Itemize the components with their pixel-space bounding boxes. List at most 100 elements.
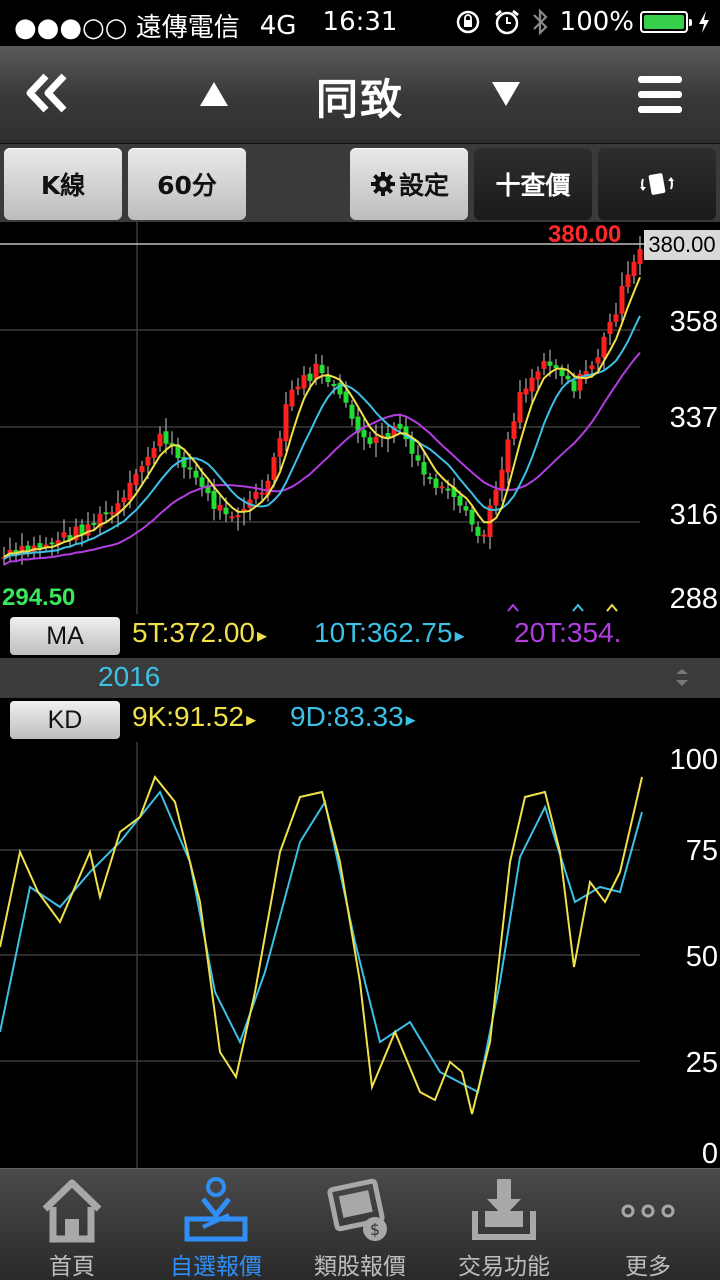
quote-button[interactable]: 十查價	[474, 148, 592, 220]
ma20-line	[3, 351, 641, 566]
rotate-screen-button[interactable]	[598, 148, 716, 220]
candle-body	[349, 404, 355, 419]
tab-sector-quotes[interactable]: $ 類股報價	[288, 1169, 432, 1280]
gear-icon	[370, 172, 395, 196]
candle-body	[133, 473, 139, 485]
candlestick-chart[interactable]	[0, 222, 720, 614]
candle-body	[511, 421, 517, 439]
menu-icon[interactable]	[636, 72, 684, 118]
bluetooth-icon	[532, 8, 548, 36]
kline-button[interactable]: K線	[4, 148, 122, 220]
ma20-legend: 20T:354.	[514, 617, 622, 648]
candle-body	[187, 467, 193, 470]
tab-watchlist-label: 自選報價	[170, 1254, 262, 1280]
candle-body	[613, 314, 619, 322]
candle-body	[223, 507, 229, 515]
tab-home-label: 首頁	[49, 1254, 95, 1280]
candle-body	[91, 522, 97, 525]
candle-body	[235, 515, 241, 518]
candle-body	[415, 455, 421, 461]
candle-body	[295, 386, 301, 390]
candle-body	[463, 506, 469, 511]
high-price-label: 380.00	[548, 222, 622, 248]
kd-button[interactable]: KD	[10, 701, 120, 739]
kd-indicator-chart[interactable]	[0, 742, 720, 1168]
candle-body	[271, 457, 277, 480]
candle-body	[139, 466, 145, 473]
candle-body	[547, 361, 553, 366]
tab-more[interactable]: 更多	[576, 1169, 720, 1280]
k-line	[0, 775, 643, 1115]
kd-chart[interactable]: 100 75 50 25 0	[0, 742, 720, 1168]
film-money-icon: $	[327, 1178, 387, 1241]
candle-body	[457, 495, 463, 506]
current-price-box: 380.00	[644, 230, 720, 260]
legend-caret-icon: ▸	[405, 709, 416, 731]
candle-body	[637, 249, 643, 265]
settings-button[interactable]: 設定	[350, 148, 468, 220]
navigation-bar: 同致	[0, 46, 720, 144]
battery-percent: 100%	[559, 7, 634, 37]
candle-body	[343, 391, 349, 403]
kd-axis-label: 0	[701, 1138, 718, 1168]
tab-more-label: 更多	[625, 1254, 671, 1280]
candle-body	[217, 504, 223, 511]
candle-body	[229, 516, 235, 519]
candle-body	[559, 369, 565, 377]
download-tray-icon	[472, 1179, 536, 1240]
candle-body	[601, 336, 607, 358]
d-value-legend: 9D:83.33 ▸	[290, 701, 416, 732]
rotation-lock-icon	[456, 10, 479, 34]
candle-body	[439, 486, 445, 489]
rotate-device-icon	[640, 173, 674, 195]
candle-body	[445, 488, 451, 491]
candle-body	[523, 388, 529, 395]
candle-body	[565, 375, 571, 380]
double-chevron-left-icon[interactable]	[22, 68, 72, 118]
candle-body	[109, 512, 115, 515]
candle-body	[85, 524, 91, 536]
price-axis-label: 288	[669, 583, 718, 614]
legend-caret-icon: ▸	[454, 625, 465, 647]
svg-text:$: $	[370, 1220, 380, 1239]
previous-stock-up-arrow-icon[interactable]	[198, 76, 230, 112]
stock-title: 同致	[315, 75, 404, 124]
tab-home[interactable]: 首頁	[0, 1169, 144, 1280]
ma5-legend: 5T:372.00 ▸	[132, 617, 268, 648]
settings-label: 設定	[398, 171, 449, 200]
candle-body	[493, 489, 499, 506]
candle-body	[277, 438, 283, 457]
candle-body	[301, 375, 307, 389]
next-stock-down-arrow-icon[interactable]	[490, 76, 522, 112]
ma-button[interactable]: MA	[10, 617, 120, 655]
candle-body	[193, 470, 199, 478]
more-icon	[621, 1204, 675, 1218]
candle-body	[259, 492, 265, 495]
alarm-icon	[494, 9, 519, 35]
candle-body	[319, 364, 325, 374]
kd-axis-label: 100	[669, 744, 718, 776]
candle-body	[517, 391, 523, 423]
timeline-bar[interactable]: 2016	[0, 658, 720, 698]
candle-body	[163, 431, 169, 444]
tab-trading[interactable]: 交易功能	[432, 1169, 576, 1280]
price-chart[interactable]: 380.00 380.00 358 337 316 288 294.50	[0, 222, 720, 614]
carrier-label: ●●●○○ 遠傳電信	[14, 13, 240, 43]
candle-body	[289, 389, 295, 407]
candle-body	[307, 373, 313, 381]
ma10-legend: 10T:362.75 ▸	[314, 617, 465, 648]
chart-toolbar: K線 60分 設定 十查價	[0, 144, 720, 222]
charging-icon	[699, 11, 709, 33]
candle-body	[607, 321, 613, 334]
resize-handle-icon[interactable]	[674, 668, 690, 688]
tab-watchlist[interactable]: 自選報價	[144, 1169, 288, 1280]
kd-axis-label: 75	[685, 835, 718, 867]
candle-body	[199, 477, 205, 487]
candle-body	[571, 380, 577, 392]
interval-button[interactable]: 60分	[128, 148, 246, 220]
kd-axis-label: 50	[685, 941, 718, 973]
candle-body	[331, 384, 337, 387]
candle-body	[373, 436, 379, 444]
tab-bar: 首頁 自選報價 $ 類股報價 交易功能 更多	[0, 1168, 720, 1280]
legend-caret-icon: ▸	[246, 709, 257, 731]
